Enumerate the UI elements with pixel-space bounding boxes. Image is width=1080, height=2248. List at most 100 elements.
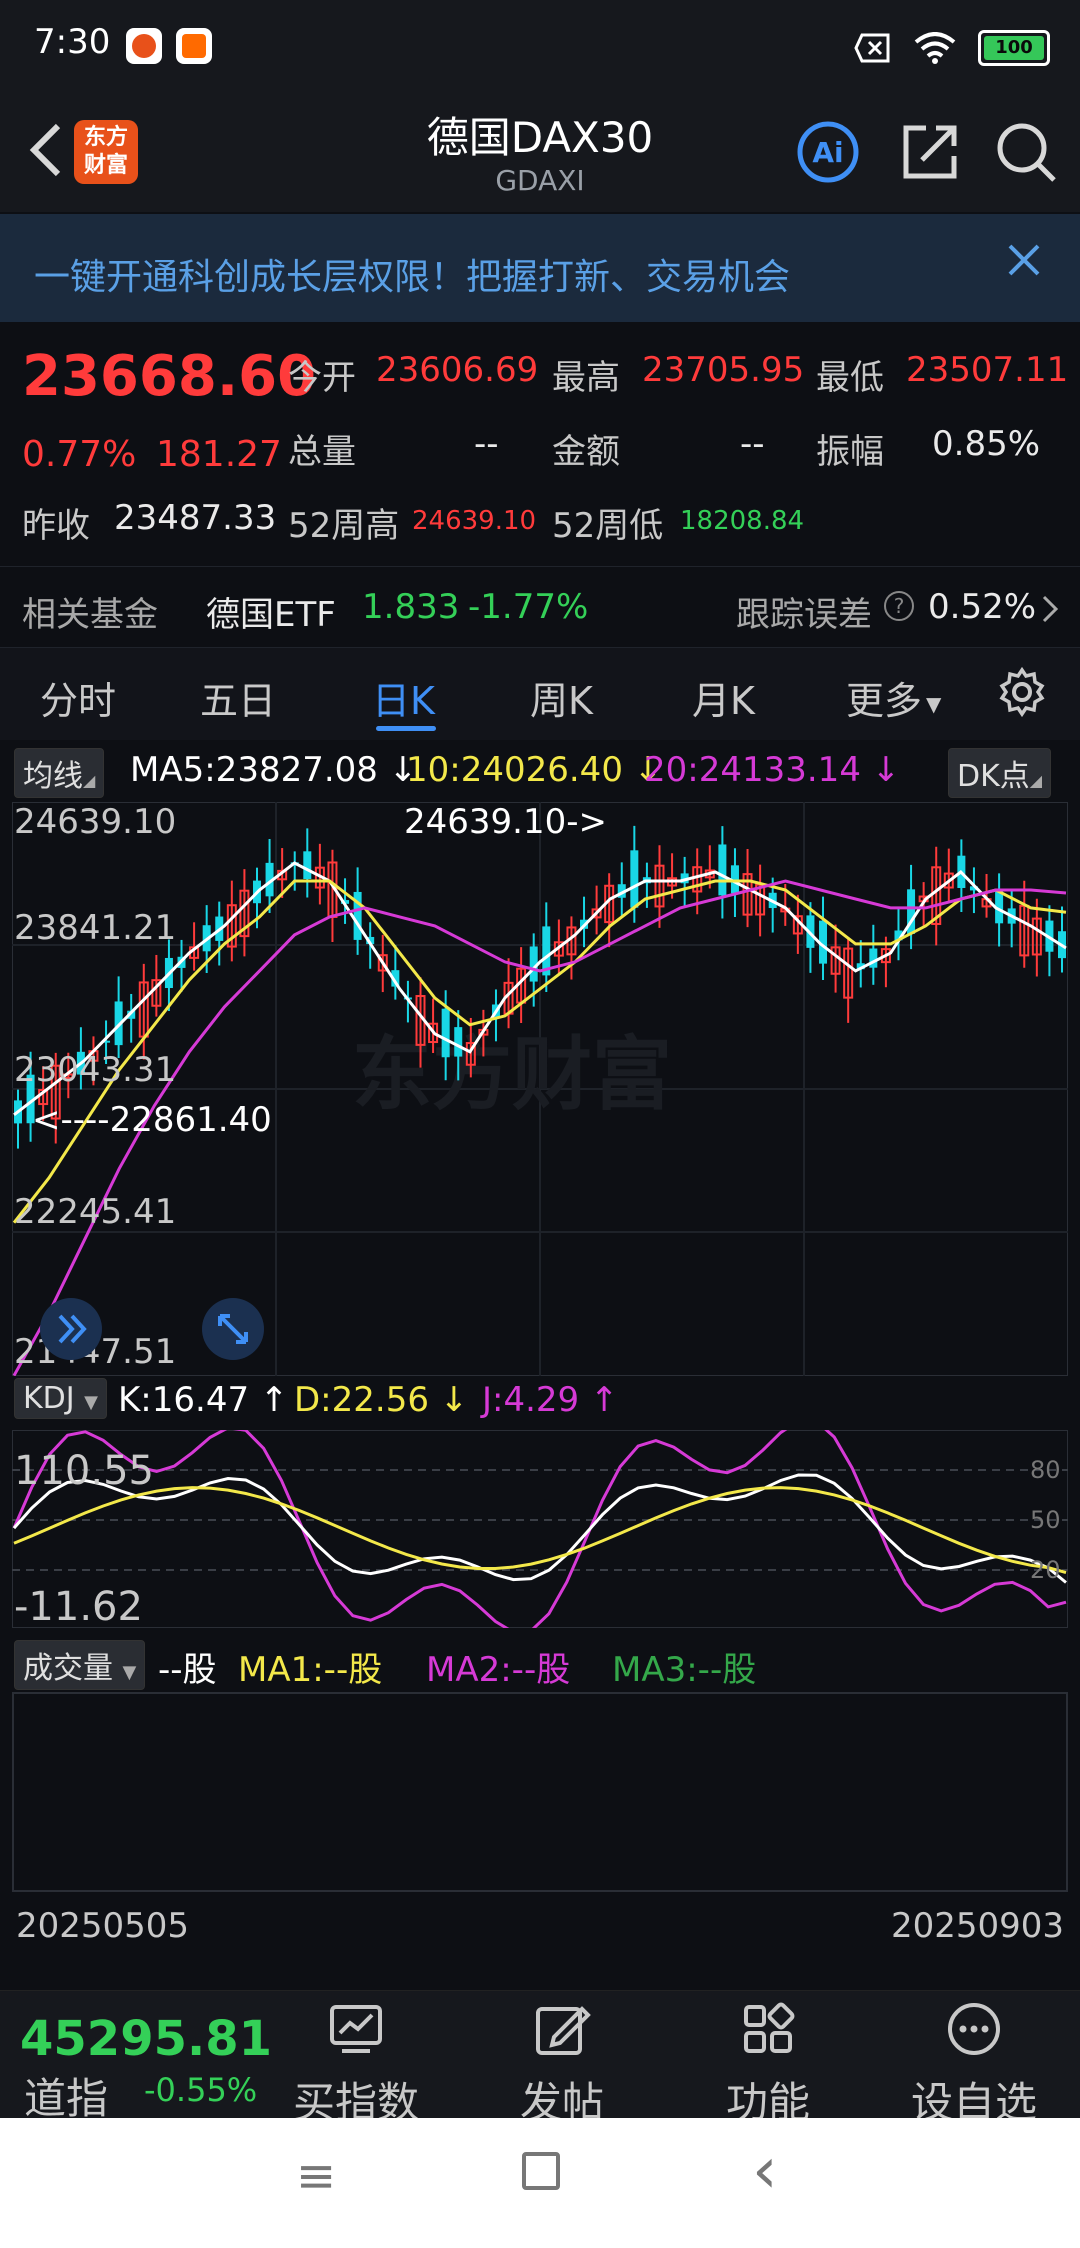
- search-button[interactable]: [994, 120, 1058, 184]
- week52-high-label: 52周高: [288, 506, 400, 546]
- week52-low-value: 18208.84: [680, 506, 805, 536]
- quote-panel: 23668.60 0.77% 181.27 今开 23606.69 最高 237…: [0, 324, 1080, 564]
- volume-value: --: [474, 424, 499, 464]
- y-label: 23043.31: [14, 1050, 177, 1090]
- y-label: 22245.41: [14, 1192, 177, 1232]
- date-end: 20250903: [890, 1906, 1064, 1946]
- candle-body: [441, 1008, 450, 1058]
- ma10-legend: 10:24026.40 ↓: [406, 750, 663, 790]
- related-fund-row[interactable]: 相关基金 德国ETF 1.833 -1.77% 跟踪误差 ? 0.52%: [0, 566, 1080, 648]
- ma5-legend: MA5:23827.08 ↓: [130, 750, 418, 790]
- expand-left-button[interactable]: [40, 1298, 102, 1360]
- search-icon: [997, 123, 1056, 182]
- volume-chart[interactable]: [12, 1692, 1068, 1892]
- tab-minute[interactable]: 分时: [40, 670, 116, 725]
- bottom-toolbar: 45295.81 道指 -0.55% 买指数 发帖 功能 设自选: [0, 1990, 1080, 2127]
- dropdown-icon: ◢: [1029, 771, 1043, 790]
- banner-text[interactable]: 一键开通科创成长层权限！把握打新、交易机会: [34, 248, 790, 300]
- dropdown-icon: ▼: [926, 691, 942, 716]
- candle-body: [718, 844, 727, 896]
- kdj-k-legend: K:16.47 ↑: [118, 1380, 289, 1420]
- back-nav-icon[interactable]: ‹: [752, 2134, 778, 2208]
- volume-label: 总量: [288, 432, 356, 472]
- kdj-d-legend: D:22.56 ↓: [294, 1380, 469, 1420]
- change-percent: 0.77%: [22, 434, 137, 475]
- active-tab-indicator: [376, 726, 436, 731]
- functions-button[interactable]: 功能: [698, 1999, 838, 2130]
- wifi-icon: [914, 32, 956, 64]
- tab-five-day[interactable]: 五日: [200, 670, 276, 725]
- notification-app-icon: [176, 28, 212, 64]
- tab-monthly-k[interactable]: 月K: [692, 670, 755, 725]
- y-label-max: 24639.10: [14, 802, 177, 842]
- post-button[interactable]: 发帖: [492, 1999, 632, 2130]
- watermark: 东方财富: [352, 1028, 672, 1121]
- y-label: 23841.21: [14, 908, 177, 948]
- open-label: 今开: [288, 358, 356, 398]
- index-name[interactable]: 道指: [24, 2065, 108, 2126]
- high-label: 最高: [552, 358, 620, 398]
- ma20-legend: 20:24133.14 ↓: [644, 750, 901, 790]
- tab-more[interactable]: 更多 ▼: [846, 670, 941, 725]
- status-time: 7:30: [34, 22, 111, 62]
- change-value: 181.27: [156, 434, 282, 475]
- kdj-chart[interactable]: [12, 1430, 1068, 1628]
- kdj-level-20: 20: [1030, 1556, 1061, 1584]
- kdj-k-line: [12, 1473, 1067, 1584]
- period-tabs: 分时 五日 日K 周K 月K 更多 ▼: [0, 648, 1080, 740]
- volume-ma1: MA1:--股: [238, 1650, 383, 1690]
- dropdown-icon: ▼: [122, 1662, 137, 1683]
- kdj-d-line: [13, 1486, 1067, 1575]
- tracking-error-label: 跟踪误差: [736, 595, 872, 635]
- kdj-j-line: [12, 1430, 1067, 1628]
- high-value: 23705.95: [642, 350, 805, 390]
- home-icon[interactable]: [522, 2152, 560, 2190]
- edit-icon: [536, 2006, 591, 2055]
- index-price[interactable]: 45295.81: [20, 2011, 272, 2067]
- share-icon: [903, 125, 957, 179]
- chart-board-icon: [330, 2005, 382, 2053]
- open-value: 23606.69: [376, 350, 539, 390]
- chevron-right-icon[interactable]: [1040, 595, 1060, 623]
- fund-name[interactable]: 德国ETF: [206, 587, 336, 636]
- max-price-marker: 24639.10->: [404, 802, 607, 842]
- share-button[interactable]: [898, 120, 962, 184]
- more-dots-icon: [948, 2003, 1000, 2055]
- ai-button[interactable]: Ai: [796, 120, 860, 184]
- tab-weekly-k[interactable]: 周K: [530, 670, 593, 725]
- volume-value: --股: [158, 1650, 217, 1690]
- help-icon[interactable]: ?: [884, 591, 914, 621]
- volume-selector-button[interactable]: 成交量 ▼: [14, 1640, 146, 1690]
- prev-close-label: 昨收: [22, 506, 90, 546]
- index-change: -0.55%: [144, 2071, 258, 2109]
- menu-icon[interactable]: ≡: [296, 2148, 336, 2204]
- week52-high-value: 24639.10: [412, 506, 537, 536]
- fund-price: 1.833: [362, 587, 460, 627]
- double-chevron-icon: [58, 1314, 87, 1344]
- grid-icon: [744, 2002, 795, 2053]
- fund-change: -1.77%: [468, 587, 589, 627]
- dropdown-icon: ▼: [84, 1392, 99, 1413]
- system-navigation-bar: ≡ ‹: [0, 2118, 1080, 2248]
- svg-text:Ai: Ai: [812, 136, 843, 169]
- kdj-y-low: -11.62: [14, 1584, 143, 1630]
- prev-close-value: 23487.33: [114, 498, 277, 538]
- candle-body: [454, 1027, 463, 1057]
- amount-label: 金额: [552, 432, 620, 472]
- kdj-j-legend: J:4.29 ↑: [482, 1380, 619, 1420]
- promo-banner[interactable]: 一键开通科创成长层权限！把握打新、交易机会: [0, 214, 1080, 322]
- add-watchlist-button[interactable]: 设自选: [904, 1999, 1044, 2130]
- dk-point-button[interactable]: DK点◢: [948, 748, 1052, 798]
- volume-ma2: MA2:--股: [426, 1650, 571, 1690]
- banner-close-button[interactable]: [1002, 238, 1046, 293]
- kdj-level-50: 50: [1030, 1506, 1061, 1534]
- fullscreen-button[interactable]: [202, 1298, 264, 1360]
- kdj-selector-button[interactable]: KDJ ▼: [14, 1378, 108, 1419]
- low-value: 23507.11: [906, 350, 1069, 390]
- candle-body: [303, 851, 312, 879]
- current-price: 23668.60: [22, 344, 317, 409]
- gear-icon[interactable]: [996, 666, 1048, 718]
- ma-selector-button[interactable]: 均线◢: [14, 748, 105, 798]
- buy-index-button[interactable]: 买指数: [286, 1999, 426, 2130]
- tab-daily-k[interactable]: 日K: [372, 670, 435, 725]
